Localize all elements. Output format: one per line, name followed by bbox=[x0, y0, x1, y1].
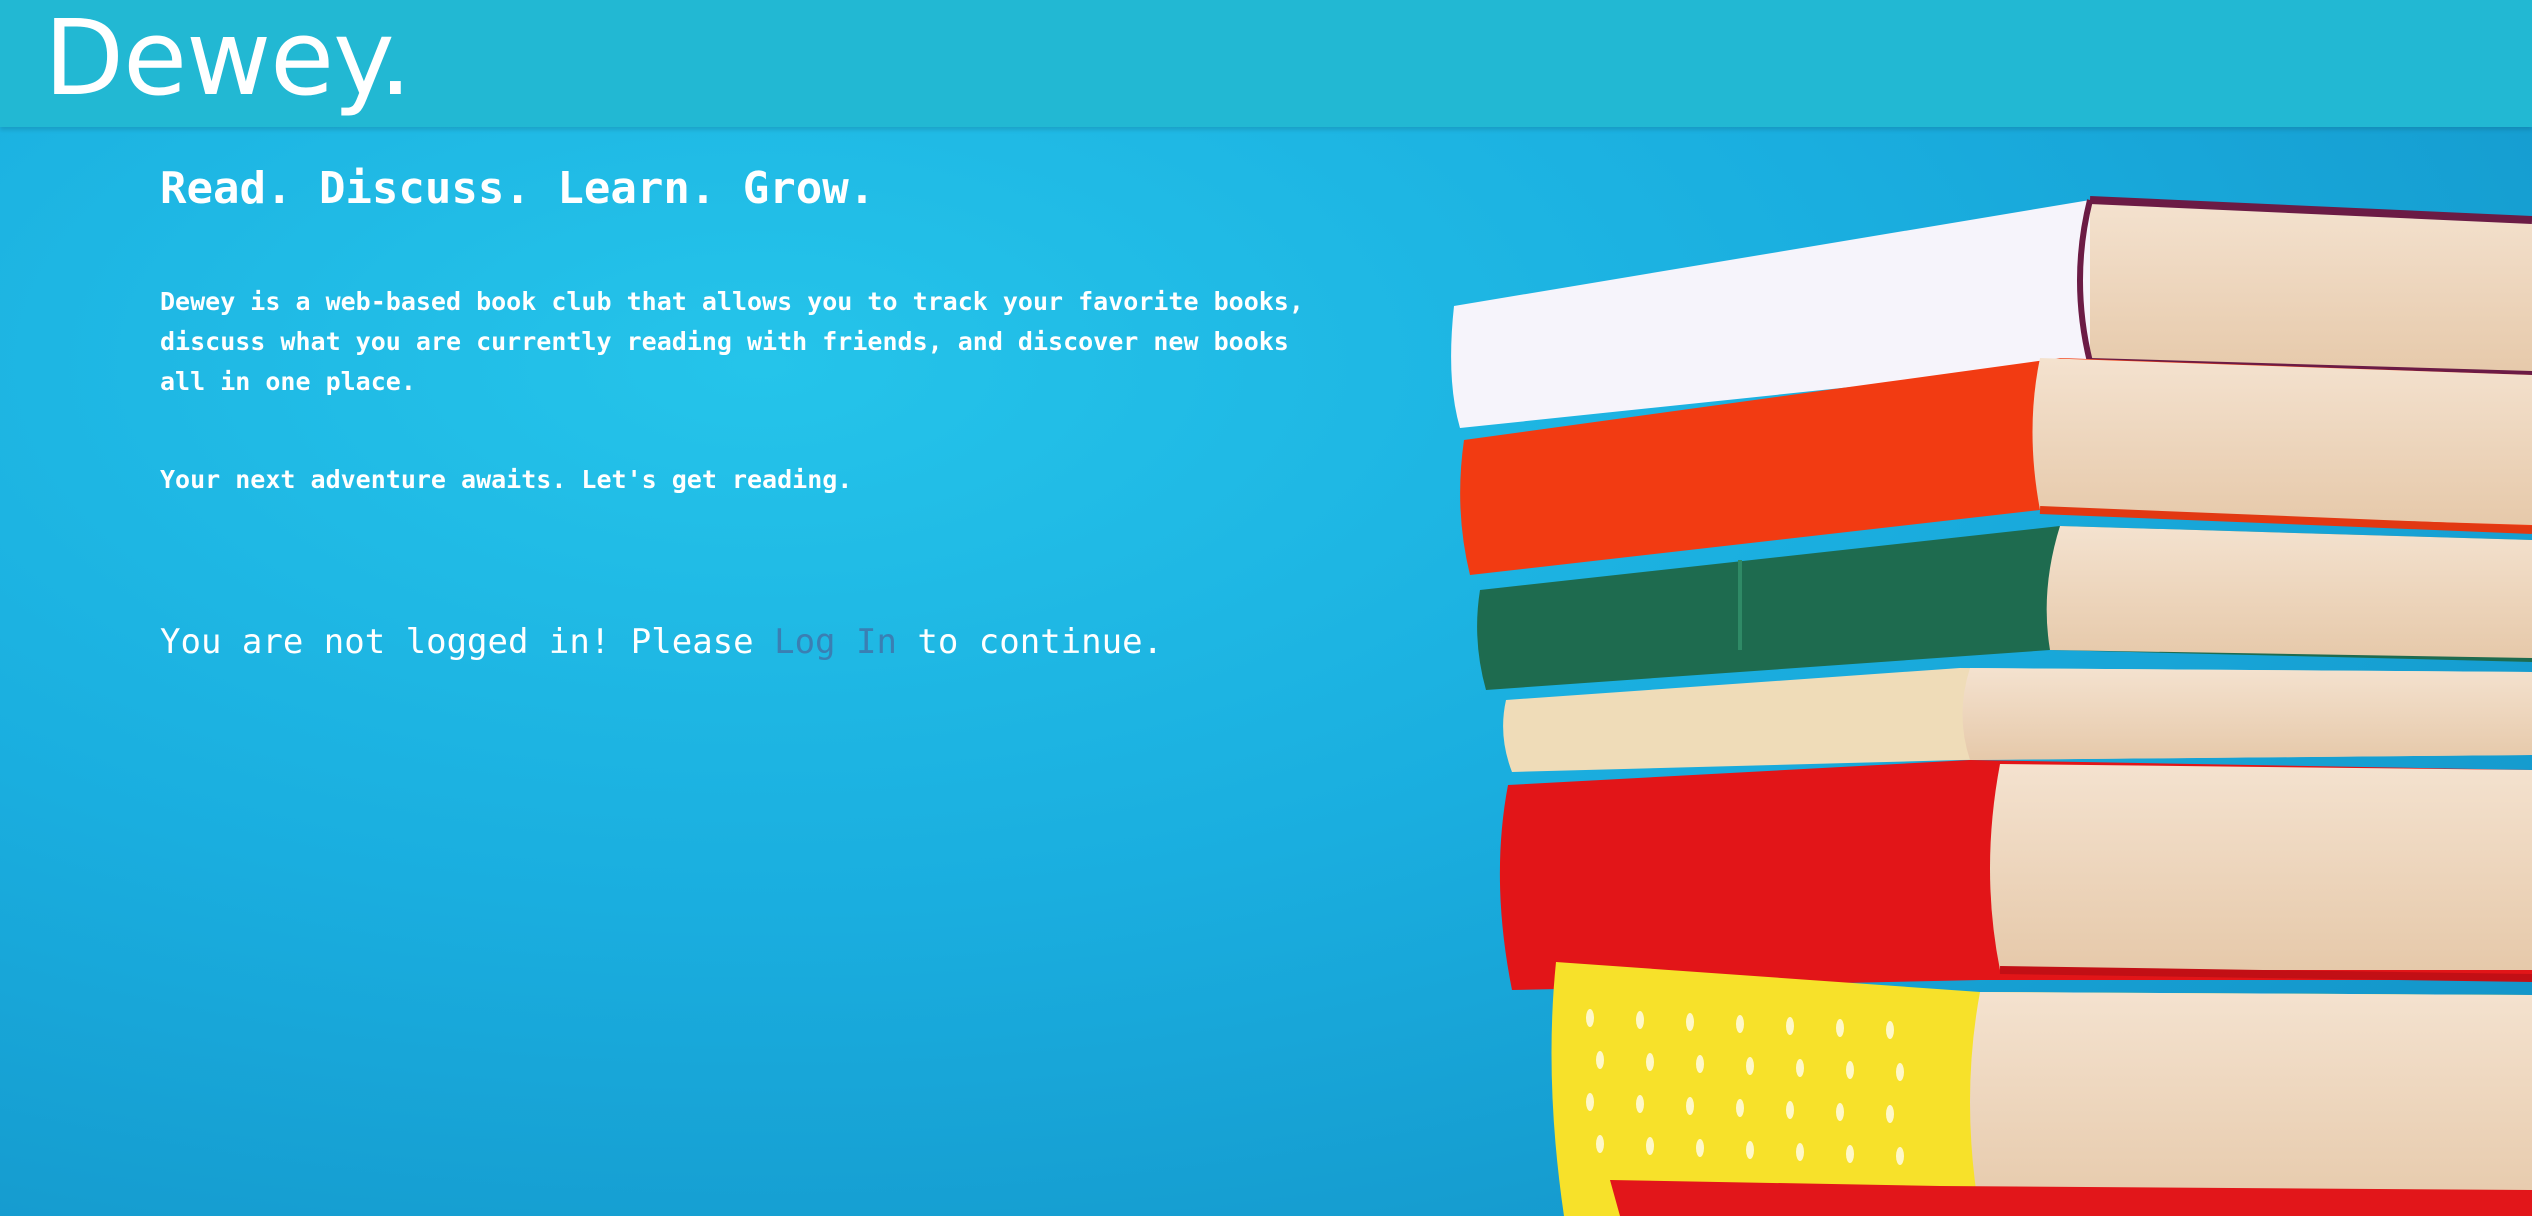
top-navbar: Dewey. bbox=[0, 0, 2532, 127]
page-tagline: Read. Discuss. Learn. Grow. bbox=[160, 163, 876, 214]
book-cream bbox=[1503, 668, 2532, 772]
login-link[interactable]: Log In bbox=[774, 622, 897, 662]
app-description: Dewey is a web-based book club that allo… bbox=[160, 287, 1304, 396]
login-message: You are not logged in! Please Log In to … bbox=[160, 612, 1163, 672]
login-message-prefix: You are not logged in! Please bbox=[160, 622, 775, 662]
adventure-text: Your next adventure awaits. Let's get re… bbox=[160, 465, 853, 494]
login-message-suffix: to continue. bbox=[896, 622, 1164, 662]
book-red bbox=[1499, 760, 2532, 990]
intro-section: Read. Discuss. Learn. Grow. Dewey is a w… bbox=[160, 160, 1360, 662]
stacked-books-image bbox=[1451, 196, 2532, 1216]
brand-logo[interactable]: Dewey. bbox=[44, 0, 412, 121]
book-yellow bbox=[1551, 962, 2532, 1216]
